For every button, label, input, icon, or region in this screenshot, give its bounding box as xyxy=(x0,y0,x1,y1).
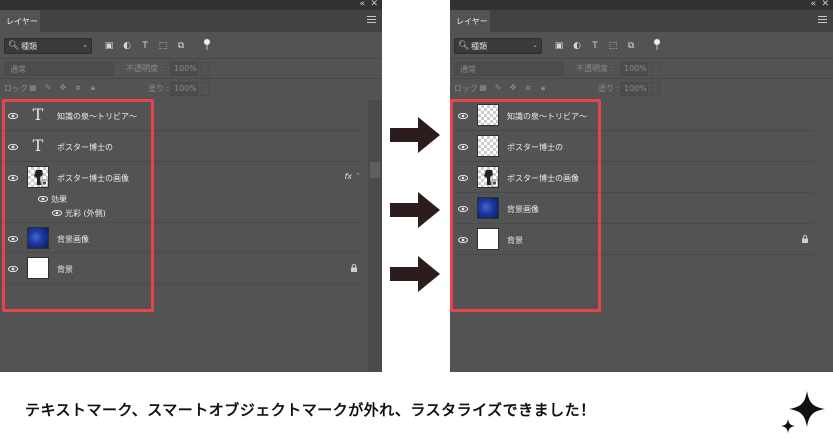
fill-dropdown[interactable] xyxy=(651,82,660,96)
lock-paint-icon[interactable]: ✎ xyxy=(43,83,53,93)
highlight-box-before xyxy=(2,99,154,312)
panel-tab-bar: レイヤー xyxy=(450,10,833,32)
blend-row: 通常 不透明度 : 100% xyxy=(450,58,833,78)
lock-row: ロック : ▦ ✎ ✥ ⧈ 🔒︎ 塗り : 100% xyxy=(0,78,382,98)
lock-transparent-icon[interactable]: ▦ xyxy=(478,83,488,93)
lock-artboard-icon[interactable]: ⧈ xyxy=(73,83,83,93)
lock-all-icon[interactable]: 🔒︎ xyxy=(538,83,548,93)
opacity-label: 不透明度 : xyxy=(126,64,164,73)
search-icon: 🔍︎ xyxy=(8,41,20,51)
lock-artboard-icon[interactable]: ⧈ xyxy=(523,83,533,93)
arrow-right-icon xyxy=(390,192,440,228)
fill-input[interactable]: 100% xyxy=(620,82,648,96)
blend-row: 通常 不透明度 : 100% xyxy=(0,58,382,78)
search-icon: 🔍︎ xyxy=(458,41,470,51)
panel-menu-icon[interactable] xyxy=(367,16,376,25)
collapse-panel-icon[interactable]: « xyxy=(359,0,365,9)
type-filter-icon[interactable]: T xyxy=(590,41,600,51)
scrollbar[interactable] xyxy=(368,100,382,372)
collapse-panel-icon[interactable]: « xyxy=(810,0,816,9)
lock-transparent-icon[interactable]: ▦ xyxy=(28,83,38,93)
filter-kind-select[interactable]: 🔍︎ 種類 ⌄ xyxy=(454,38,542,54)
chevron-down-icon: ⌄ xyxy=(82,41,88,49)
blend-mode-label: 通常 xyxy=(460,65,476,74)
pixel-filter-icon[interactable]: ▣ xyxy=(104,41,114,51)
highlight-box-after xyxy=(450,99,601,312)
panel-tab-bar: レイヤー xyxy=(0,10,382,32)
filter-toggle-stem xyxy=(656,45,658,50)
tab-layers[interactable]: レイヤー xyxy=(0,10,40,32)
filter-kind-select[interactable]: 🔍︎ 種類 ⌄ xyxy=(4,38,92,54)
fill-label: 塗り : xyxy=(598,84,620,93)
panel-menu-icon[interactable] xyxy=(818,16,827,25)
lock-row: ロック : ▦ ✎ ✥ ⧈ 🔒︎ 塗り : 100% xyxy=(450,78,833,98)
fx-icon[interactable]: fx xyxy=(344,172,352,181)
blend-mode-select[interactable]: 通常 xyxy=(4,62,114,76)
adjustment-filter-icon[interactable]: ◐ xyxy=(572,41,582,51)
fill-label: 塗り : xyxy=(148,84,170,93)
fill-input[interactable]: 100% xyxy=(170,82,198,96)
filter-row: 🔍︎ 種類 ⌄ ▣ ◐ T ⬚ ⧉ xyxy=(450,32,833,58)
close-panel-icon[interactable]: ✕ xyxy=(370,0,378,9)
lock-icon xyxy=(351,264,357,272)
blend-mode-select[interactable]: 通常 xyxy=(454,62,564,76)
opacity-input[interactable]: 100% xyxy=(620,62,648,76)
adjustment-filter-icon[interactable]: ◐ xyxy=(122,41,132,51)
sparkle-icon xyxy=(781,391,825,433)
blend-mode-label: 通常 xyxy=(10,65,26,74)
type-filter-icon[interactable]: T xyxy=(140,41,150,51)
filter-icons: ▣ ◐ T ⬚ ⧉ xyxy=(104,40,186,52)
filter-icons: ▣ ◐ T ⬚ ⧉ xyxy=(554,40,636,52)
opacity-input[interactable]: 100% xyxy=(170,62,198,76)
lock-all-icon[interactable]: 🔒︎ xyxy=(88,83,98,93)
lock-move-icon[interactable]: ✥ xyxy=(58,83,68,93)
arrow-right-icon xyxy=(390,117,440,153)
filter-kind-label: 種類 xyxy=(471,42,487,51)
pixel-filter-icon[interactable]: ▣ xyxy=(554,41,564,51)
chevron-down-icon: ⌄ xyxy=(532,41,538,49)
smart-object-filter-icon[interactable]: ⧉ xyxy=(626,41,636,51)
opacity-dropdown[interactable] xyxy=(651,62,660,76)
lock-icons: ▦ ✎ ✥ ⧈ 🔒︎ xyxy=(478,83,548,93)
filter-row: 🔍︎ 種類 ⌄ ▣ ◐ T ⬚ ⧉ xyxy=(0,32,382,58)
filter-toggle-stem xyxy=(206,45,208,50)
filter-kind-label: 種類 xyxy=(21,42,37,51)
lock-move-icon[interactable]: ✥ xyxy=(508,83,518,93)
opacity-dropdown[interactable] xyxy=(201,62,210,76)
scroll-thumb[interactable] xyxy=(370,162,380,178)
smart-object-filter-icon[interactable]: ⧉ xyxy=(176,41,186,51)
shape-filter-icon[interactable]: ⬚ xyxy=(158,41,168,51)
lock-paint-icon[interactable]: ✎ xyxy=(493,83,503,93)
chevron-up-icon[interactable]: ⌃ xyxy=(355,172,361,180)
arrow-right-icon xyxy=(390,256,440,292)
opacity-label: 不透明度 : xyxy=(576,64,614,73)
lock-icon xyxy=(802,235,808,243)
lock-icons: ▦ ✎ ✥ ⧈ 🔒︎ xyxy=(28,83,98,93)
close-panel-icon[interactable]: ✕ xyxy=(821,0,829,9)
caption-text: テキストマーク、スマートオブジェクトマークが外れ、ラスタライズできました！ xyxy=(25,401,596,419)
fill-dropdown[interactable] xyxy=(201,82,210,96)
panel-top-strip: « ✕ xyxy=(0,0,382,10)
tab-layers[interactable]: レイヤー xyxy=(450,10,490,32)
panel-top-strip: « ✕ xyxy=(450,0,833,10)
shape-filter-icon[interactable]: ⬚ xyxy=(608,41,618,51)
